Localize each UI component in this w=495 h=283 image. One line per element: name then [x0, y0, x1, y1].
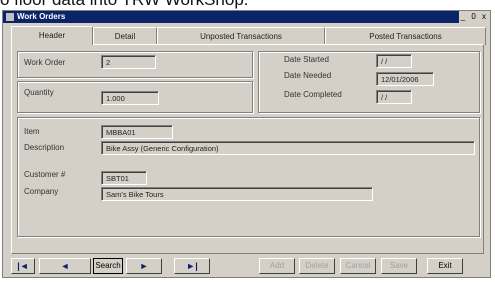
- item-customer-group: [17, 117, 480, 237]
- work-orders-window: Work Orders _ 0 x Header Detail Unposted…: [2, 10, 491, 278]
- previous-record-button[interactable]: ◄: [39, 258, 91, 274]
- window-controls[interactable]: _ 0 x: [458, 11, 490, 23]
- tab-header[interactable]: Header: [11, 26, 93, 45]
- delete-button[interactable]: Delete: [299, 258, 335, 274]
- search-button[interactable]: Search: [93, 258, 123, 274]
- tab-posted-transactions[interactable]: Posted Transactions: [325, 27, 486, 45]
- work-order-label: Work Order: [24, 58, 66, 67]
- tab-unposted-transactions[interactable]: Unposted Transactions: [157, 27, 325, 45]
- description-field[interactable]: Bike Assy (Generic Configuration): [101, 141, 475, 155]
- date-started-field[interactable]: / /: [376, 54, 412, 68]
- company-field[interactable]: Sam's Bike Tours: [101, 187, 373, 201]
- item-label: Item: [24, 127, 40, 136]
- date-started-label: Date Started: [284, 55, 329, 64]
- customer-label: Customer #: [24, 170, 66, 179]
- exit-button[interactable]: Exit: [427, 258, 463, 274]
- app-icon: [6, 13, 14, 21]
- tab-detail[interactable]: Detail: [93, 27, 157, 45]
- quantity-field[interactable]: 1.000: [101, 91, 159, 105]
- date-needed-label: Date Needed: [284, 71, 332, 80]
- date-completed-field[interactable]: / /: [376, 90, 412, 104]
- date-needed-field[interactable]: 12/01/2006: [376, 72, 434, 86]
- next-record-button[interactable]: ►: [126, 258, 162, 274]
- first-record-button[interactable]: |◄: [11, 258, 35, 274]
- item-field[interactable]: MBBA01: [101, 125, 173, 139]
- customer-field[interactable]: SBT01: [101, 171, 147, 185]
- window-title: Work Orders: [17, 12, 66, 21]
- page-caption: o floor data into TRW WorkShop.: [0, 0, 249, 10]
- header-panel: Work Order 2 Quantity 1.000 Date Started…: [11, 44, 484, 254]
- description-label: Description: [24, 143, 65, 152]
- add-button[interactable]: Add: [259, 258, 295, 274]
- cancel-button[interactable]: Cancel: [340, 258, 376, 274]
- company-label: Company: [24, 187, 59, 196]
- date-completed-label: Date Completed: [284, 90, 342, 99]
- title-bar: Work Orders _ 0 x: [3, 11, 490, 23]
- work-order-field[interactable]: 2: [101, 55, 156, 69]
- save-button[interactable]: Save: [381, 258, 417, 274]
- quantity-label: Quantity: [24, 88, 54, 97]
- navigation-toolbar: |◄ ◄ Search ► ►| Add Delete Cancel Save …: [3, 255, 490, 277]
- tab-strip: Header Detail Unposted Transactions Post…: [11, 26, 486, 45]
- last-record-button[interactable]: ►|: [174, 258, 210, 274]
